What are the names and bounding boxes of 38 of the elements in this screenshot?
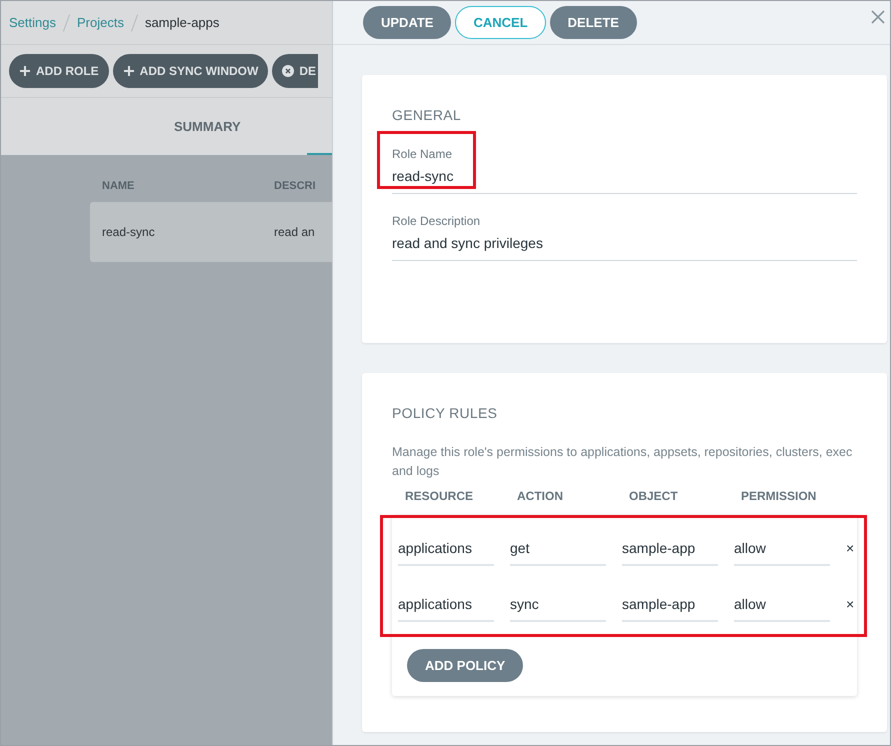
section-title: POLICY RULES — [392, 405, 498, 421]
input-field[interactable]: applications — [398, 584, 494, 622]
field-label: Role Description — [392, 214, 482, 228]
plus-icon — [19, 65, 31, 77]
column-header: DESCRI — [274, 180, 316, 192]
input-field[interactable]: allow — [734, 584, 830, 622]
close-icon — [282, 65, 294, 77]
column-header: PERMISSION — [740, 489, 818, 503]
input-field[interactable]: sync — [510, 584, 606, 622]
plus-icon — [122, 65, 135, 77]
table-row[interactable]: read-sync read an — [90, 202, 332, 262]
input-field[interactable]: get — [510, 528, 606, 566]
input-field[interactable]: read-sync — [392, 166, 857, 194]
close-icon[interactable] — [871, 10, 885, 24]
toolbar-button[interactable]: ADD ROLE — [9, 54, 109, 88]
remove-button[interactable]: × — [846, 594, 858, 612]
toolbar-button[interactable]: ADD SYNC WINDOW — [112, 54, 268, 88]
add-policy-button[interactable]: ADD POLICY — [407, 649, 524, 682]
table-cell-text: read-sync — [102, 225, 156, 239]
input-field[interactable]: applications — [398, 528, 494, 566]
breadcrumb-current: sample-apps — [144, 15, 220, 30]
description-text: Manage this role's permissions to applications, appsets, repositories, clusters, exec and logs — [392, 444, 854, 480]
input-field[interactable]: sample-app — [622, 584, 718, 622]
panel-button[interactable]: UPDATE — [363, 6, 452, 39]
panel-button[interactable]: DELETE — [550, 6, 637, 39]
input-field[interactable]: read and sync privileges — [392, 233, 857, 261]
remove-button[interactable]: × — [846, 538, 858, 556]
toolbar-button[interactable]: DE — [272, 54, 318, 88]
column-header: OBJECT — [628, 489, 679, 503]
tab[interactable]: SUMMARY — [174, 119, 241, 134]
column-header: RESOURCE — [404, 489, 474, 503]
table-cell: read an — [274, 225, 315, 239]
column-header: NAME — [102, 180, 136, 192]
column-header: ACTION — [516, 489, 564, 503]
field-label: Role Name — [392, 147, 454, 161]
section-title: GENERAL — [392, 107, 462, 123]
input-field[interactable]: sample-app — [622, 528, 718, 566]
input-field[interactable]: allow — [734, 528, 830, 566]
